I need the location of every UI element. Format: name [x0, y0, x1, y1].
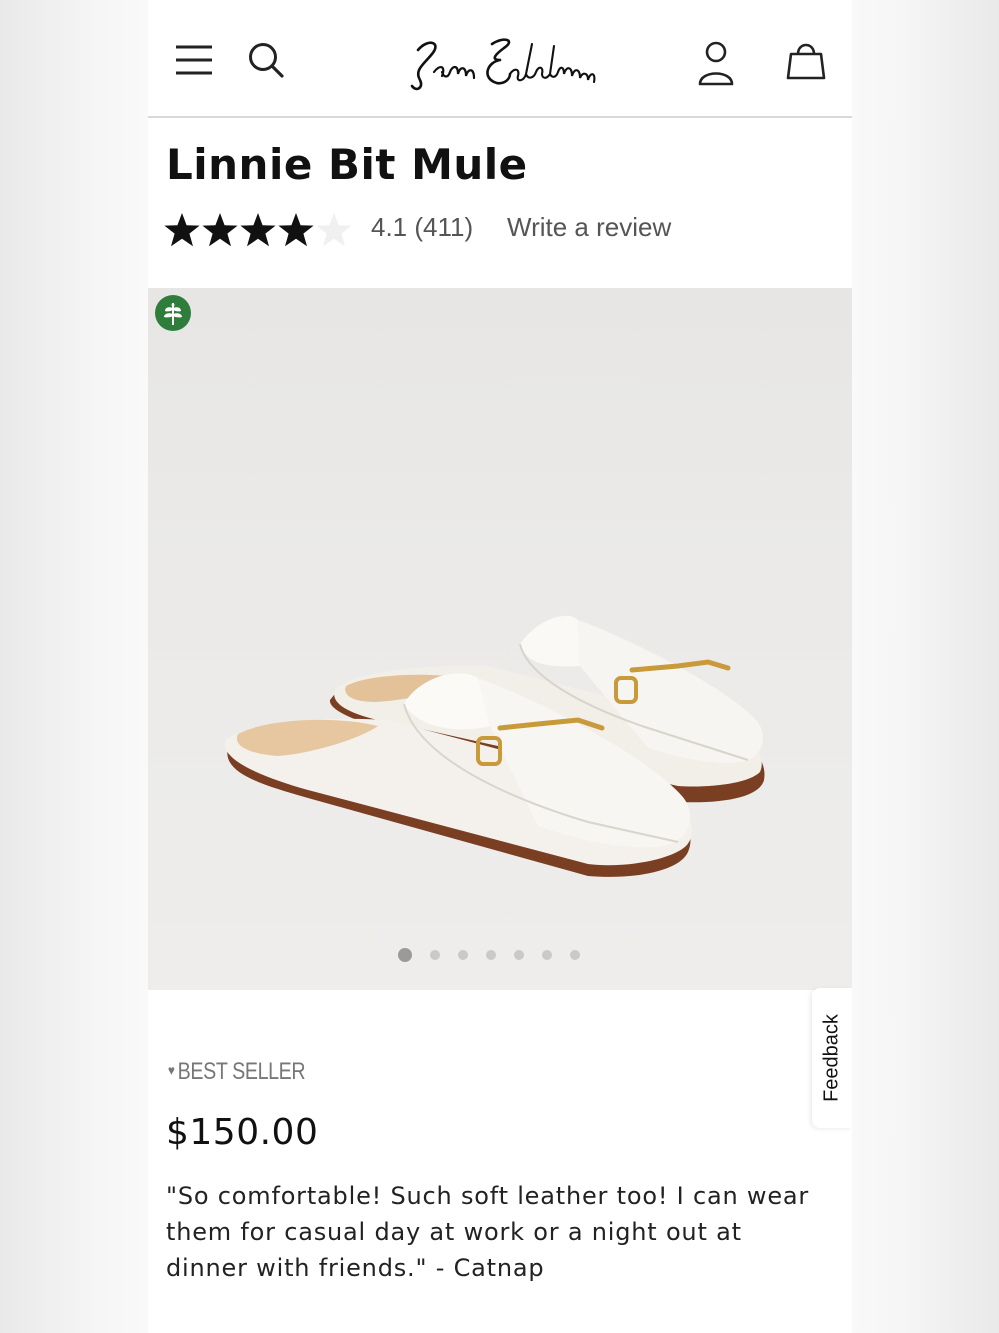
account-icon[interactable]: [696, 40, 736, 86]
leaf-icon: [155, 295, 191, 331]
brand-logo[interactable]: [406, 30, 596, 94]
carousel-dot[interactable]: [514, 950, 524, 960]
carousel-dot[interactable]: [398, 948, 412, 962]
menu-icon[interactable]: [174, 40, 214, 80]
rating-stars[interactable]: [164, 205, 354, 253]
feedback-button[interactable]: Feedback: [812, 988, 852, 1128]
carousel-pagination: [398, 948, 580, 962]
carousel-dot[interactable]: [430, 950, 440, 960]
star-empty-icon: [316, 213, 352, 247]
star-icon: [278, 213, 314, 247]
star-icon: [202, 213, 238, 247]
heart-icon: ♥: [168, 1062, 175, 1078]
site-header: [148, 0, 852, 118]
bag-icon[interactable]: [786, 38, 826, 82]
customer-quote: "So comfortable! Such soft leather too! …: [166, 1182, 810, 1282]
write-review-link[interactable]: Write a review: [507, 212, 671, 243]
rating-summary[interactable]: 4.1 (411): [371, 212, 473, 243]
carousel-dot[interactable]: [486, 950, 496, 960]
star-icon: [240, 213, 276, 247]
feedback-label: Feedback: [820, 1014, 843, 1102]
product-image-carousel[interactable]: [148, 288, 852, 990]
product-price: $150.00: [166, 1112, 319, 1153]
carousel-dot[interactable]: [542, 950, 552, 960]
carousel-dot[interactable]: [458, 950, 468, 960]
product-title: Linnie Bit Mule: [166, 140, 528, 189]
star-icon: [164, 213, 200, 247]
phone-viewport: Linnie Bit Mule 4.1 (411) Write a review: [148, 0, 852, 1333]
best-seller-badge: ♥ BEST SELLER: [168, 1058, 306, 1086]
carousel-dot[interactable]: [570, 950, 580, 960]
product-image: [224, 615, 765, 877]
badge-label: BEST SELLER: [177, 1058, 306, 1085]
search-icon[interactable]: [246, 40, 286, 80]
